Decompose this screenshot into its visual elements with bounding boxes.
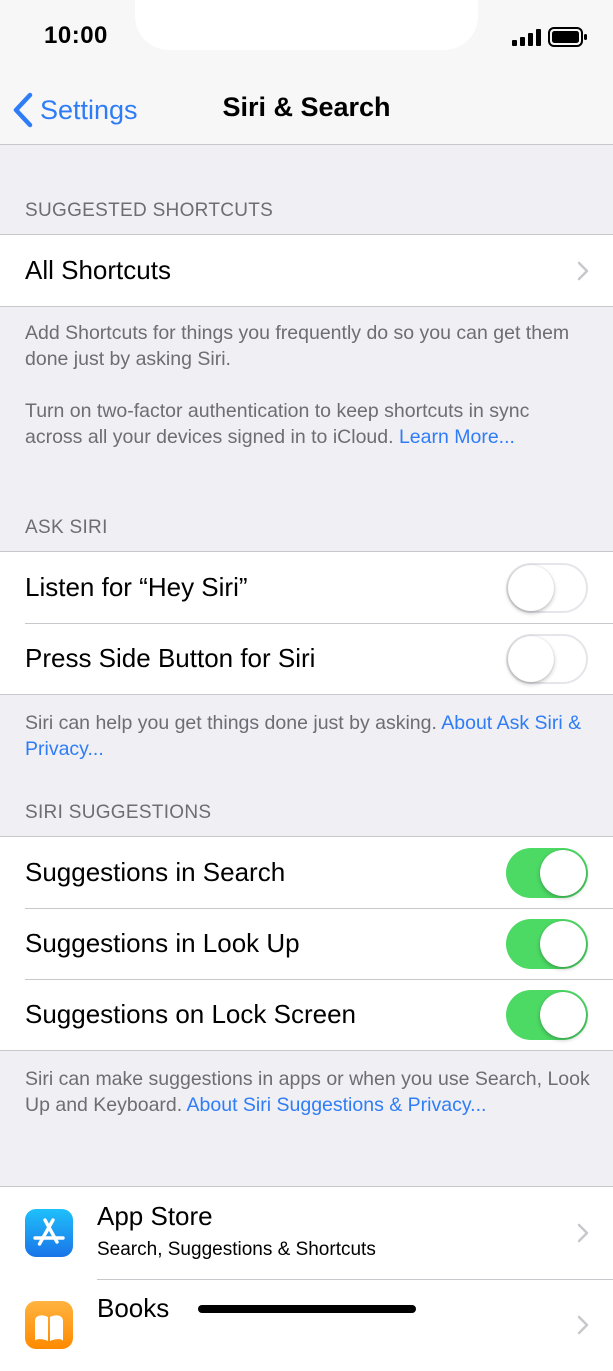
group-suggested-shortcuts: All Shortcuts [0, 234, 613, 307]
suggestions-in-search-label: Suggestions in Search [25, 857, 286, 887]
suggestions-on-lock-screen-label: Suggestions on Lock Screen [25, 999, 356, 1029]
ask-siri-footer: Siri can help you get things done just b… [25, 710, 590, 762]
footer-paragraph-2: Turn on two-factor authentication to kee… [25, 398, 590, 450]
notch [135, 0, 478, 50]
battery-icon [548, 27, 587, 47]
suggestions-on-lock-screen-row: Suggestions on Lock Screen [0, 979, 613, 1050]
app-name: Books [97, 1293, 170, 1323]
all-shortcuts-row[interactable]: All Shortcuts [0, 235, 613, 306]
hey-siri-toggle[interactable] [506, 562, 588, 613]
section-header-suggested-shortcuts: SUGGESTED SHORTCUTS [25, 200, 274, 221]
suggestions-in-look-up-toggle[interactable] [506, 918, 588, 969]
toggle-knob [540, 849, 586, 896]
app-row-books[interactable]: Books [0, 1279, 613, 1371]
hey-siri-label: Listen for “Hey Siri” [25, 572, 248, 602]
back-button[interactable]: Settings [12, 90, 138, 130]
navigation-bar: Settings Siri & Search [0, 76, 613, 145]
group-apps: App Store Search, Suggestions & Shortcut… [0, 1186, 613, 1371]
suggestions-on-lock-screen-toggle[interactable] [506, 989, 588, 1040]
chevron-left-icon [13, 92, 33, 128]
suggestions-in-search-toggle[interactable] [506, 847, 588, 898]
learn-more-link[interactable]: Learn More... [399, 426, 515, 448]
status-time: 10:00 [44, 22, 108, 49]
footer-paragraph: Add Shortcuts for things you frequently … [25, 322, 570, 370]
cellular-signal-icon [512, 29, 541, 46]
chevron-right-icon [577, 1315, 589, 1335]
toggle-knob [540, 991, 586, 1038]
footer-text: Siri can help you get things done just b… [25, 712, 437, 734]
app-name: App Store [97, 1201, 213, 1231]
toggle-knob [508, 635, 554, 682]
suggestions-in-look-up-label: Suggestions in Look Up [25, 928, 300, 958]
status-bar: 10:00 [0, 0, 613, 76]
chevron-right-icon [577, 261, 589, 280]
suggestions-in-look-up-row: Suggestions in Look Up [0, 908, 613, 979]
group-ask-siri: Listen for “Hey Siri” Press Side Button … [0, 551, 613, 695]
app-subtitle: Search, Suggestions & Shortcuts [97, 1239, 376, 1260]
app-row-app-store[interactable]: App Store Search, Suggestions & Shortcut… [0, 1187, 613, 1279]
toggle-knob [508, 564, 554, 611]
all-shortcuts-label: All Shortcuts [25, 255, 171, 285]
toggle-knob [540, 920, 586, 967]
group-siri-suggestions: Suggestions in Search Suggestions in Loo… [0, 836, 613, 1051]
section-header-ask-siri: ASK SIRI [25, 517, 108, 538]
side-button-label: Press Side Button for Siri [25, 643, 316, 673]
suggestions-in-search-row: Suggestions in Search [0, 837, 613, 908]
side-button-row: Press Side Button for Siri [0, 623, 613, 694]
books-icon [25, 1301, 73, 1349]
section-header-siri-suggestions: SIRI SUGGESTIONS [25, 802, 212, 823]
about-siri-suggestions-privacy-link[interactable]: About Siri Suggestions & Privacy... [187, 1094, 487, 1116]
side-button-toggle[interactable] [506, 633, 588, 684]
back-button-label: Settings [40, 94, 138, 125]
siri-suggestions-footer: Siri can make suggestions in apps or whe… [25, 1066, 590, 1118]
chevron-right-icon [577, 1223, 589, 1243]
suggested-shortcuts-footer: Add Shortcuts for things you frequently … [25, 320, 590, 450]
home-indicator [198, 1305, 416, 1313]
app-store-icon [25, 1209, 73, 1257]
hey-siri-row: Listen for “Hey Siri” [0, 552, 613, 623]
